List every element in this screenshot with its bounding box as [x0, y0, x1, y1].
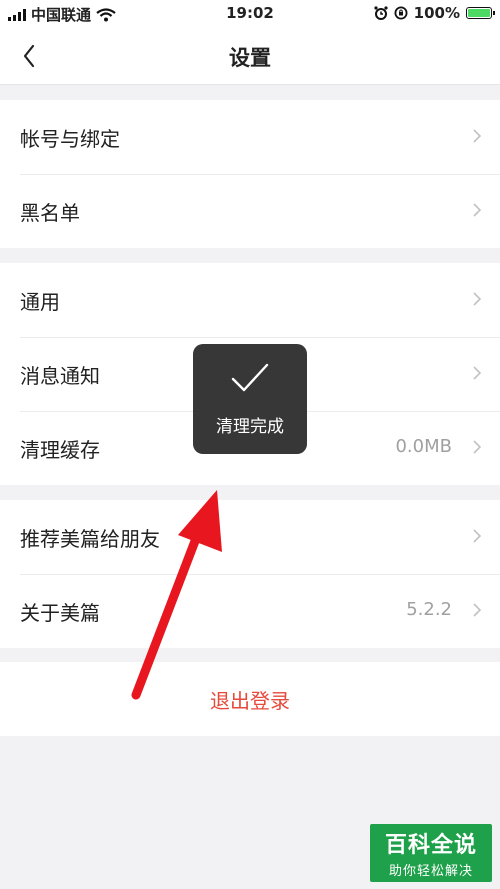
toast-text: 清理完成: [216, 417, 284, 437]
version-value: 5.2.2: [406, 599, 452, 620]
chevron-right-icon: [473, 603, 482, 617]
status-bar: 中国联通 19:02 100%: [0, 0, 500, 26]
battery-percent: 100%: [413, 4, 460, 22]
page-title: 设置: [229, 46, 271, 70]
row-general[interactable]: 通用: [0, 263, 500, 337]
row-account-binding[interactable]: 帐号与绑定: [0, 100, 500, 174]
chevron-right-icon: [473, 529, 482, 543]
logout-label: 退出登录: [210, 689, 290, 713]
toast-clear-complete: 清理完成: [193, 344, 307, 454]
row-label: 帐号与绑定: [20, 127, 120, 151]
chevron-right-icon: [473, 292, 482, 306]
checkmark-icon: [231, 363, 269, 392]
status-right: 100%: [374, 4, 495, 22]
row-recommend[interactable]: 推荐美篇给朋友: [0, 500, 500, 574]
watermark-subtitle: 助你轻松解决: [388, 864, 473, 879]
watermark-title: 百科全说: [384, 833, 477, 858]
cache-size-value: 0.0MB: [395, 436, 452, 457]
orientation-lock-icon: [394, 6, 408, 20]
row-label: 关于美篇: [20, 601, 100, 625]
row-about[interactable]: 关于美篇 5.2.2: [0, 574, 500, 648]
row-label: 通用: [20, 290, 60, 314]
row-label: 消息通知: [20, 364, 100, 388]
logout-button[interactable]: 退出登录: [0, 662, 500, 736]
chevron-right-icon: [473, 440, 482, 454]
watermark-logo: 百科全说 助你轻松解决: [370, 824, 492, 882]
row-blacklist[interactable]: 黑名单: [0, 174, 500, 248]
row-label: 清理缓存: [20, 438, 100, 462]
alarm-icon: [374, 6, 388, 20]
chevron-right-icon: [473, 129, 482, 143]
row-label: 黑名单: [20, 201, 80, 225]
navigation-bar: 设置: [0, 26, 500, 85]
row-label: 推荐美篇给朋友: [20, 527, 160, 551]
chevron-right-icon: [473, 203, 482, 217]
settings-group-about: 推荐美篇给朋友 关于美篇 5.2.2: [0, 500, 500, 648]
settings-group-account: 帐号与绑定 黑名单: [0, 100, 500, 248]
chevron-right-icon: [473, 366, 482, 380]
battery-icon: [466, 7, 495, 19]
